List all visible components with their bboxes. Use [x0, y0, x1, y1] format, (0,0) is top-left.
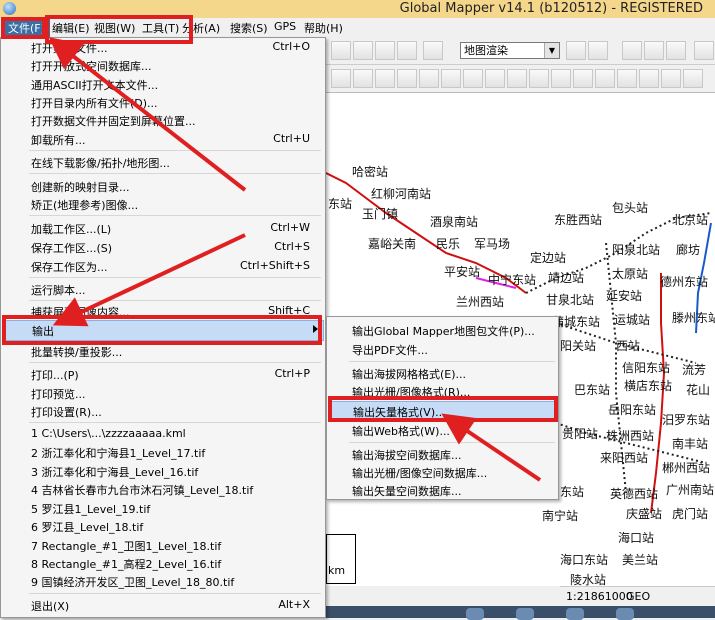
annotation-arrow: [52, 233, 246, 327]
annotation-arrow: [441, 413, 542, 482]
annotation-arrows: [48, 37, 542, 482]
annotation-arrow: [48, 37, 247, 192]
